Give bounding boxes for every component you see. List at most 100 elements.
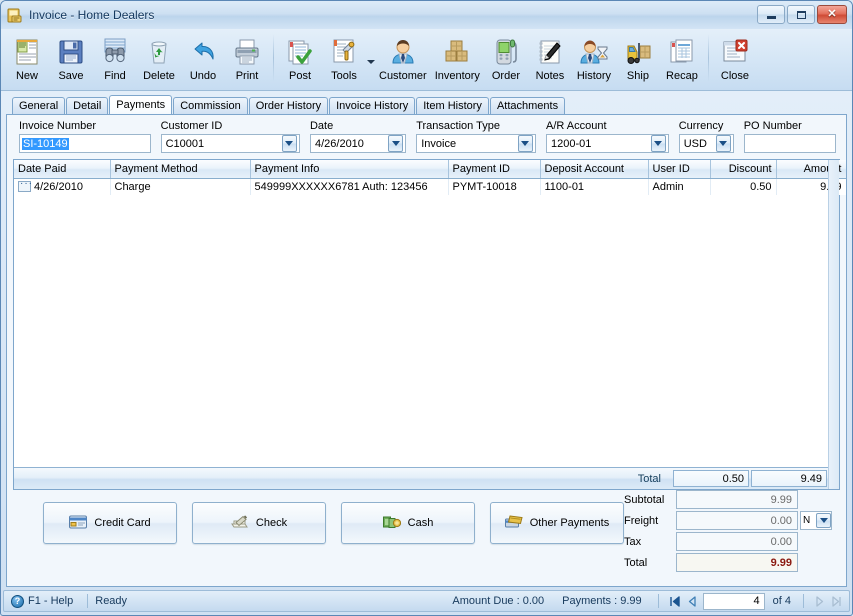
tab-commission[interactable]: Commission [173,97,248,114]
row-expand-icon[interactable] [18,178,33,193]
floppy-disk-save-icon [54,35,88,69]
date-combobox[interactable]: 4/26/2010 [309,134,407,153]
tax-value: 0.00 [676,532,798,551]
freight-label: Freight [624,514,659,527]
chevron-down-icon[interactable] [650,135,666,152]
toolbar-button-ship[interactable]: Ship [616,32,660,88]
nav-first-button[interactable] [666,593,683,609]
toolbar-button-order[interactable]: Order [484,32,528,88]
field-ar-account: A/R Account 1200-01 [545,120,669,153]
toolbar-button-recap[interactable]: Recap [660,32,704,88]
column-header-discount[interactable]: Discount [710,160,777,179]
column-header-payment-method[interactable]: Payment Method [110,160,251,179]
invoice-number-label: Invoice Number [19,120,97,132]
cash-button[interactable]: Cash [341,502,475,544]
toolbar-button-customer[interactable]: Customer [375,32,431,88]
tab-item-history[interactable]: Item History [416,97,489,114]
currency-combobox[interactable]: USD [678,134,734,153]
chevron-down-icon[interactable] [816,513,831,528]
toolbar-label: Notes [535,70,565,82]
grid-vertical-scrollbar[interactable] [828,160,839,489]
column-header-payment-info[interactable]: Payment Info [250,160,449,179]
payments-tab-panel: Invoice Number SI-10149 Customer ID C100… [6,114,847,587]
cell-user-id: Admin [648,178,711,195]
po-number-label: PO Number [743,120,802,132]
maximize-icon [796,10,806,19]
toolbar-button-delete[interactable]: Delete [137,32,181,88]
freight-account-combobox[interactable]: N [800,511,832,530]
toolbar-button-inventory[interactable]: Inventory [431,32,484,88]
history-hourglass-person-icon [577,35,611,69]
maximize-button[interactable] [787,5,815,24]
tools-dropdown-arrow[interactable] [366,32,375,88]
close-button[interactable]: ✕ [817,5,847,24]
binoculars-find-icon [98,35,132,69]
cell-payment-id: PYMT-10018 [448,178,541,195]
tab-invoice-history[interactable]: Invoice History [329,97,416,114]
check-pen-icon [230,515,249,531]
invoice-summary: Subtotal 9.99 Freight 0.00 N Tax 0.00 To… [624,490,832,572]
chevron-down-icon[interactable] [715,135,731,152]
check-button[interactable]: Check [192,502,326,544]
toolbar-button-save[interactable]: Save [49,32,93,88]
payments-status: Payments : 9.99 [562,595,642,607]
nav-prev-button[interactable] [683,593,700,609]
printer-icon [230,35,264,69]
toolbar-label: Post [288,70,311,82]
tab-general[interactable]: General [12,97,66,114]
chevron-down-icon[interactable] [517,135,533,152]
invoice-number-input[interactable]: SI-10149 [19,134,151,153]
transaction-type-value: Invoice [421,137,457,150]
payments-grid: Date Paid Payment Method Payment Info Pa… [13,159,846,490]
toolbar-button-post[interactable]: Post [278,32,322,88]
ar-account-value: 1200-01 [550,137,592,150]
help-button[interactable]: ? F1 - Help [8,594,80,608]
tab-order-history[interactable]: Order History [248,97,329,114]
toolbar-button-undo[interactable]: Undo [181,32,225,88]
customer-person-icon [386,35,420,69]
close-icon: ✕ [827,8,837,20]
main-toolbar: New Save Find Delete Undo Print Post Too… [1,29,852,91]
toolbar-button-close[interactable]: Close [713,32,757,88]
cell-discount: 0.50 [710,178,777,195]
nav-next-button[interactable] [811,593,828,609]
undo-arrow-icon [186,35,220,69]
po-number-input[interactable] [743,134,836,153]
total-value: 9.99 [676,553,798,572]
column-header-deposit-account[interactable]: Deposit Account [540,160,649,179]
date-label: Date [309,120,334,132]
column-header-user-id[interactable]: User ID [648,160,711,179]
cash-money-icon [382,515,401,531]
toolbar-label: Ship [626,70,649,82]
other-payments-button[interactable]: Other Payments [490,502,624,544]
credit-card-label: Credit Card [94,517,151,529]
column-header-date-paid[interactable]: Date Paid [14,160,111,179]
toolbar-button-find[interactable]: Find [93,32,137,88]
toolbar-button-notes[interactable]: Notes [528,32,572,88]
tab-detail[interactable]: Detail [66,97,109,114]
field-customer-id: Customer ID C10001 [160,120,300,153]
toolbar-button-history[interactable]: History [572,32,616,88]
minimize-button[interactable] [757,5,785,24]
table-row[interactable]: 4/26/2010 Charge 549999XXXXXX6781 Auth: … [14,178,846,195]
toolbar-button-new[interactable]: New [5,32,49,88]
nav-last-button[interactable] [828,593,845,609]
tab-payments[interactable]: Payments [109,95,173,114]
toolbar-button-print[interactable]: Print [225,32,269,88]
nav-next-icon [816,595,824,607]
transaction-type-combobox[interactable]: Invoice [416,134,536,153]
minimize-icon [766,15,776,19]
freight-value[interactable]: 0.00 [676,511,798,530]
tab-attachments[interactable]: Attachments [489,97,566,114]
chevron-down-icon[interactable] [281,135,297,152]
ar-account-combobox[interactable]: 1200-01 [545,134,669,153]
credit-card-button[interactable]: Credit Card [43,502,177,544]
chevron-down-icon[interactable] [388,135,404,152]
toolbar-button-tools[interactable]: Tools [322,32,366,88]
nav-last-icon [832,595,841,607]
grid-empty-area [14,195,839,467]
column-header-payment-id[interactable]: Payment ID [448,160,541,179]
customer-id-combobox[interactable]: C10001 [160,134,300,153]
record-number-input[interactable]: 4 [702,592,765,610]
close-window-red-x-icon [718,35,752,69]
